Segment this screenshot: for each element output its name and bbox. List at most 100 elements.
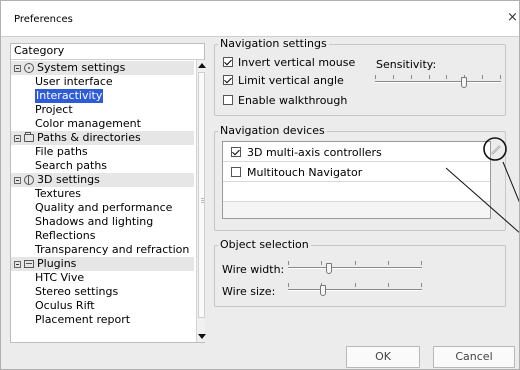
tree-item-label: Oculus Rift — [35, 299, 95, 312]
tree-item[interactable]: Color management — [11, 117, 194, 131]
invert-vertical-mouse-checkbox[interactable] — [223, 57, 233, 67]
folder-icon — [24, 132, 34, 142]
slider-track — [288, 289, 422, 291]
tree-item[interactable]: HTC Vive — [11, 271, 194, 285]
scroll-up-arrow-icon[interactable] — [197, 60, 206, 70]
cancel-button[interactable]: Cancel — [433, 346, 515, 368]
tree-group[interactable]: 3D settings — [11, 173, 194, 187]
device-label: Multitouch Navigator — [247, 166, 363, 179]
invert-vertical-mouse-label: Invert vertical mouse — [238, 56, 356, 69]
plugin-icon — [24, 260, 34, 268]
object-selection-title: Object selection — [218, 238, 311, 252]
window-title: Preferences — [14, 14, 73, 25]
annotation-leader-line — [445, 167, 519, 233]
tree-group[interactable]: Plugins — [11, 257, 194, 271]
preferences-window: Preferences × Category System settings Us… — [0, 0, 520, 370]
slider-handle[interactable] — [461, 77, 467, 88]
list-item[interactable]: 3D multi-axis controllers — [223, 142, 490, 162]
tree-group[interactable]: System settings — [11, 61, 194, 75]
slider-tick — [411, 75, 412, 79]
tree-item-label: HTC Vive — [35, 271, 85, 284]
wire-size-slider[interactable] — [288, 283, 422, 299]
wire-size-label: Wire size: — [222, 285, 276, 298]
slider-tick — [355, 261, 356, 265]
slider-tick — [500, 75, 501, 79]
globe-icon — [24, 175, 34, 185]
tree-item-label: Shadows and lighting — [35, 215, 154, 228]
slider-tick — [446, 75, 447, 79]
tree-item-label: Project — [35, 103, 73, 116]
slider-handle[interactable] — [320, 285, 326, 296]
category-tree: System settings User interface Interactivi… — [11, 60, 194, 342]
slider-tick — [482, 75, 483, 79]
slider-handle[interactable] — [326, 263, 332, 274]
device-checkbox[interactable] — [231, 147, 241, 157]
tree-item[interactable]: Placement report — [11, 313, 194, 327]
gear-icon — [24, 63, 34, 73]
scrollbar-thumb[interactable] — [198, 72, 205, 318]
ok-button[interactable]: OK — [346, 346, 420, 368]
slider-tick — [288, 261, 289, 265]
tree-item-label: User interface — [35, 75, 113, 88]
device-label: 3D multi-axis controllers — [247, 146, 382, 159]
tree-group-label: Paths & directories — [37, 131, 141, 144]
close-icon[interactable]: × — [507, 10, 518, 25]
device-checkbox[interactable] — [231, 167, 241, 177]
tree-item[interactable]: Transparency and refraction — [11, 243, 194, 257]
tree-item-label: Quality and performance — [35, 201, 173, 214]
tree-item-label: Textures — [35, 187, 81, 200]
tree-item-label: File paths — [35, 145, 88, 158]
wire-width-label: Wire width: — [222, 263, 285, 276]
collapse-icon[interactable] — [14, 135, 21, 142]
tree-item[interactable]: Interactivity — [11, 89, 194, 103]
wire-width-slider[interactable] — [288, 261, 422, 277]
collapse-icon[interactable] — [14, 261, 21, 268]
slider-tick — [375, 75, 376, 79]
tree-item[interactable]: User interface — [11, 75, 194, 89]
slider-tick — [288, 283, 289, 287]
tree-item-label: Color management — [35, 117, 141, 130]
sensitivity-label: Sensitivity: — [376, 58, 437, 71]
tree-item[interactable]: Oculus Rift — [11, 299, 194, 313]
tree-item-label: Stereo settings — [35, 285, 119, 298]
tree-item[interactable]: Reflections — [11, 229, 194, 243]
tree-group[interactable]: Paths & directories — [11, 131, 194, 145]
tree-group-label: Plugins — [37, 257, 77, 270]
tree-item-label: Placement report — [35, 313, 131, 326]
slider-tick — [388, 261, 389, 265]
slider-tick — [393, 75, 394, 79]
category-panel: Category System settings User interface In… — [10, 43, 206, 343]
tree-item[interactable]: Quality and performance — [11, 201, 194, 215]
tree-item[interactable]: Search paths — [11, 159, 194, 173]
tree-group-label: 3D settings — [37, 173, 100, 186]
tree-item-label: Transparency and refraction — [35, 243, 190, 256]
enable-walkthrough-checkbox[interactable] — [223, 95, 233, 105]
tree-item[interactable]: Stereo settings — [11, 285, 194, 299]
tree-item[interactable]: File paths — [11, 145, 194, 159]
navigation-settings-title: Navigation settings — [218, 37, 329, 51]
tree-item[interactable]: Shadows and lighting — [11, 215, 194, 229]
tree-item[interactable]: Project — [11, 103, 194, 117]
slider-tick — [429, 75, 430, 79]
pencil-icon[interactable] — [489, 143, 503, 157]
scroll-down-arrow-icon[interactable] — [197, 331, 206, 341]
tree-group-label: System settings — [37, 61, 126, 74]
sensitivity-slider[interactable] — [375, 75, 501, 91]
collapse-icon[interactable] — [14, 65, 21, 72]
tree-item-label: Interactivity — [35, 89, 104, 103]
title-bar: Preferences × — [1, 1, 519, 37]
collapse-icon[interactable] — [14, 177, 21, 184]
category-scrollbar[interactable] — [196, 60, 206, 342]
tree-item-label: Search paths — [35, 159, 108, 172]
navigation-devices-title: Navigation devices — [218, 124, 327, 138]
slider-tick — [421, 283, 422, 287]
tree-item[interactable]: Textures — [11, 187, 194, 201]
tree-item-label: Reflections — [35, 229, 96, 242]
slider-track — [375, 81, 501, 83]
slider-tick — [421, 261, 422, 265]
limit-vertical-angle-label: Limit vertical angle — [238, 74, 344, 87]
limit-vertical-angle-checkbox[interactable] — [223, 75, 233, 85]
slider-track — [288, 267, 422, 269]
slider-tick — [388, 283, 389, 287]
slider-tick — [355, 283, 356, 287]
